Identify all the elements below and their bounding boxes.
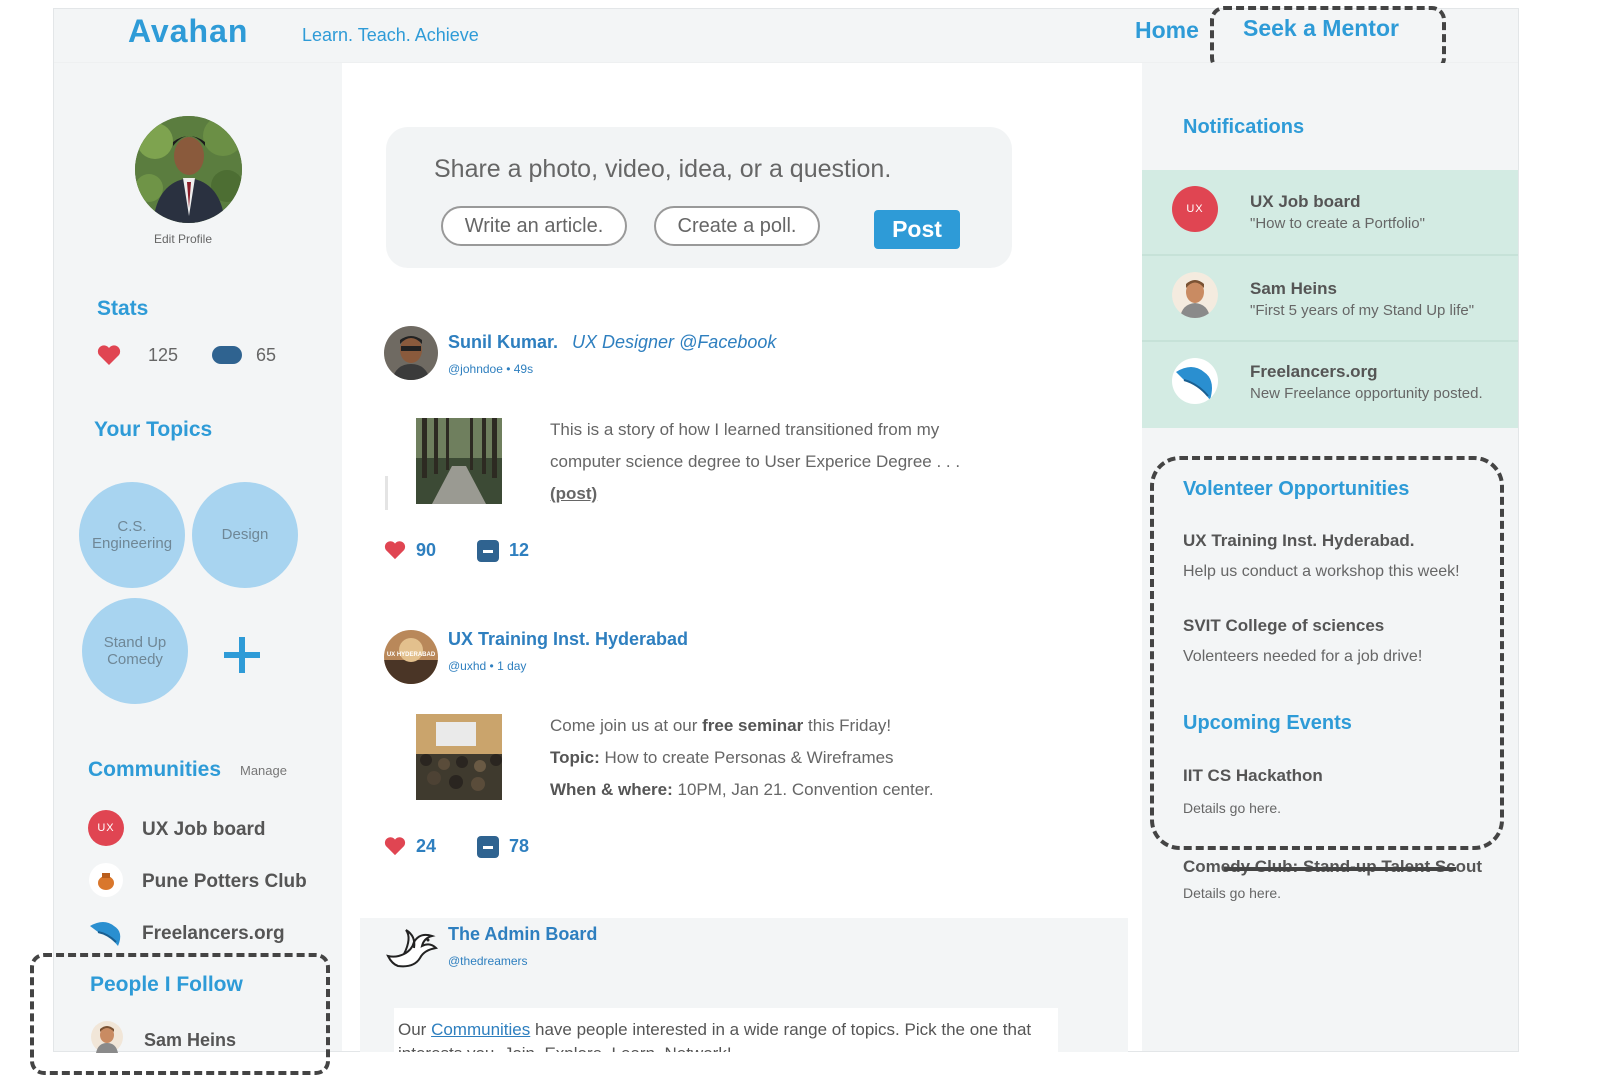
app-logo[interactable]: Avahan: [128, 13, 248, 50]
admin-post-text: Our Communities have people interested i…: [398, 1020, 1032, 1052]
post-image-seminar[interactable]: [416, 714, 502, 800]
stats-title: Stats: [97, 297, 149, 320]
comments-count: 65: [256, 345, 277, 365]
community-name[interactable]: Pune Potters Club: [142, 871, 307, 893]
community-name[interactable]: Freelancers.org: [142, 923, 285, 945]
notification-subtitle: "First 5 years of my Stand Up life": [1250, 302, 1475, 319]
heart-icon[interactable]: [384, 836, 406, 861]
comment-icon[interactable]: [477, 540, 499, 567]
heart-icon: [97, 344, 121, 371]
post-read-more-link[interactable]: (post): [550, 478, 597, 510]
post-body-line: This is a story of how I learned transit…: [550, 420, 940, 439]
ux-job-board-icon: UX: [88, 810, 124, 846]
notification-subtitle: "How to create a Portfolio": [1250, 215, 1425, 232]
comment-icon[interactable]: [477, 836, 499, 863]
post-author-name[interactable]: The Admin Board: [448, 924, 597, 945]
post-meta: @thedreamers: [448, 954, 528, 968]
your-topics-title: Your Topics: [94, 418, 213, 441]
post-image-road[interactable]: [416, 418, 502, 504]
edit-profile-link[interactable]: Edit Profile: [154, 232, 212, 246]
pottery-icon: [89, 863, 123, 897]
topic-cs-engineering[interactable]: C.S. Engineering: [79, 482, 185, 588]
post-button[interactable]: Post: [874, 210, 960, 249]
app-tagline: Learn. Teach. Achieve: [302, 25, 479, 45]
post-like-count: 24: [416, 836, 437, 856]
notification-title: Freelancers.org: [1250, 362, 1378, 381]
post-like-count: 90: [416, 540, 437, 560]
highlight-people-follow: [30, 953, 330, 1075]
highlight-opportunities-events: [1150, 456, 1504, 850]
post-comment-count: 78: [509, 836, 530, 856]
post-divider: [385, 476, 388, 510]
community-name[interactable]: UX Job board: [142, 819, 266, 841]
write-article-button[interactable]: Write an article.: [441, 206, 627, 246]
event-item-details: Details go here.: [1183, 885, 1282, 901]
community-item-freelancers[interactable]: [88, 914, 124, 950]
post-body-line: computer science degree to User Experice…: [550, 452, 961, 471]
post-author-avatar[interactable]: [384, 326, 438, 380]
heart-icon[interactable]: [384, 540, 406, 565]
freelancers-bird-icon: [1172, 358, 1218, 404]
topic-design[interactable]: Design: [192, 482, 298, 588]
add-topic-button[interactable]: [222, 635, 262, 675]
post-body-line: When & where: 10PM, Jan 21. Convention c…: [550, 780, 934, 799]
admin-post-body: Our Communities have people interested i…: [394, 1008, 1058, 1052]
nav-home-link[interactable]: Home: [1135, 17, 1199, 44]
post-author-name[interactable]: Sunil Kumar.: [448, 332, 558, 353]
topic-stand-up-comedy[interactable]: Stand Up Comedy: [82, 598, 188, 704]
manage-communities-link[interactable]: Manage: [240, 763, 287, 778]
composer-prompt[interactable]: Share a photo, video, idea, or a questio…: [434, 155, 891, 184]
sam-heins-avatar: [1172, 272, 1218, 318]
strikethrough-mark: [1224, 867, 1456, 871]
freelancers-bird-icon: [90, 922, 121, 946]
plus-icon: [224, 637, 260, 673]
post-author-avatar[interactable]: UX HYDERABAD: [384, 630, 438, 684]
avatar-label: UX HYDERABAD: [386, 652, 436, 658]
comment-icon: [212, 346, 242, 369]
notification-subtitle: New Freelance opportunity posted.: [1250, 385, 1483, 402]
create-poll-button[interactable]: Create a poll.: [654, 206, 820, 246]
communities-link[interactable]: Communities: [431, 1020, 530, 1039]
post-body-line: Topic: How to create Personas & Wirefram…: [550, 748, 894, 767]
post-comment-count: 12: [509, 540, 530, 560]
profile-avatar[interactable]: [135, 116, 242, 223]
post-author-name[interactable]: UX Training Inst. Hyderabad: [448, 629, 688, 650]
notification-title: Sam Heins: [1250, 279, 1337, 298]
dove-icon: [384, 928, 439, 977]
communities-title: Communities: [88, 758, 222, 781]
ux-job-board-icon: UX: [1172, 186, 1218, 232]
post-body-line: Come join us at our free seminar this Fr…: [550, 716, 892, 735]
community-item-ux-job-board[interactable]: UX: [88, 810, 124, 846]
likes-count: 125: [148, 345, 179, 365]
notification-title: UX Job board: [1250, 192, 1361, 211]
post-author-role: UX Designer @Facebook: [572, 332, 777, 352]
post-meta: @uxhd • 1 day: [448, 659, 527, 673]
post-meta: @johndoe • 49s: [448, 362, 534, 376]
community-item-pune-potters[interactable]: [88, 862, 124, 898]
notifications-title: Notifications: [1183, 116, 1305, 138]
